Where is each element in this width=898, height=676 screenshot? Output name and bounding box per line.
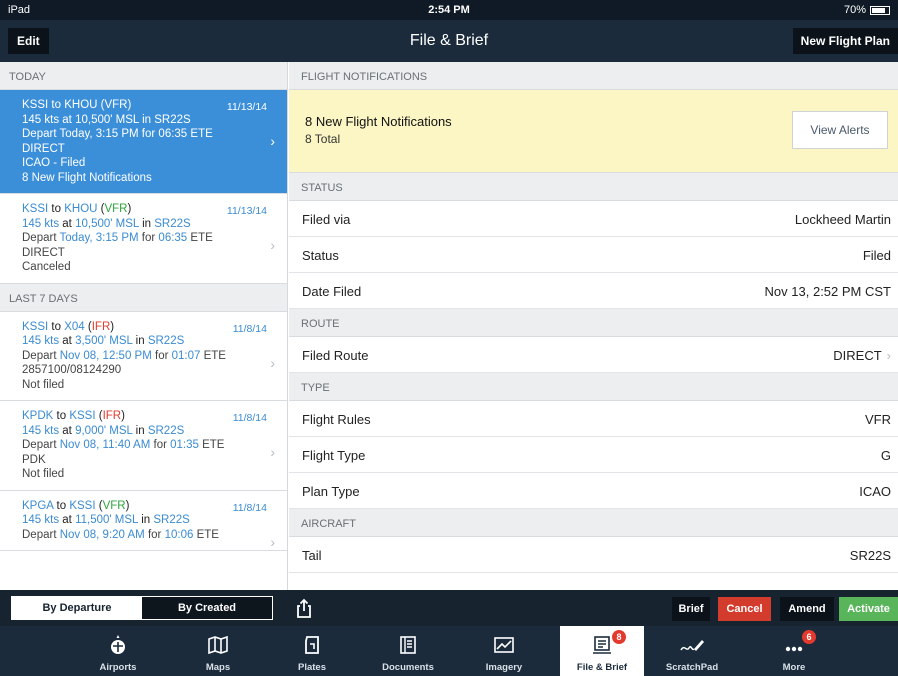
notification-badge: 6	[802, 630, 816, 644]
activate-button[interactable]: Activate	[839, 597, 898, 621]
tab-imagery[interactable]: Imagery	[462, 626, 546, 676]
more-icon	[752, 634, 836, 656]
plan-date: 11/13/14	[226, 101, 267, 113]
sort-by-departure-tab[interactable]: By Departure	[12, 597, 142, 619]
plan-date: 11/8/14	[232, 322, 267, 335]
airport-icon	[76, 634, 160, 656]
plates-icon	[270, 634, 354, 656]
section-header-status: STATUS	[289, 173, 898, 201]
chevron-right-icon: ›	[886, 348, 891, 363]
detail-row-flight-rules[interactable]: Flight Rules VFR	[289, 401, 898, 437]
brief-button[interactable]: Brief	[672, 597, 710, 621]
plan-date: 11/8/14	[232, 501, 267, 514]
tab-maps[interactable]: Maps	[176, 626, 260, 676]
status-bar: iPad 2:54 PM 70%	[0, 0, 898, 20]
share-icon[interactable]	[293, 597, 315, 619]
chevron-right-icon: ›	[270, 533, 275, 550]
flight-plan-item[interactable]: KSSI to KHOU (VFR) 11/13/14 145 kts at 1…	[0, 90, 287, 194]
chevron-right-icon: ›	[270, 444, 275, 460]
section-header-type: TYPE	[289, 373, 898, 401]
flight-plan-item[interactable]: KSSI to KHOU (VFR) 11/13/14 145 kts at 1…	[0, 194, 287, 284]
sort-segmented-control[interactable]: By Departure By Created	[11, 596, 273, 620]
plan-date: 11/8/14	[232, 412, 267, 424]
tab-plates[interactable]: Plates	[270, 626, 354, 676]
file-brief-icon	[560, 634, 644, 656]
section-header-aircraft: AIRCRAFT	[289, 509, 898, 537]
section-header-flight-notifications: FLIGHT NOTIFICATIONS	[289, 62, 898, 90]
detail-row-tail[interactable]: Tail SR22S	[289, 537, 898, 573]
documents-icon	[366, 634, 450, 656]
chevron-right-icon: ›	[270, 133, 275, 149]
flight-plan-list[interactable]: TODAY KSSI to KHOU (VFR) 11/13/14 145 kt…	[0, 62, 288, 590]
clock: 2:54 PM	[428, 4, 470, 16]
tab-documents[interactable]: Documents	[366, 626, 450, 676]
notification-banner: 8 New Flight Notifications 8 Total View …	[289, 90, 898, 173]
chevron-right-icon: ›	[270, 354, 275, 371]
notification-badge: 8	[612, 630, 626, 644]
flight-plan-detail[interactable]: FLIGHT NOTIFICATIONS 8 New Flight Notifi…	[289, 62, 898, 590]
section-header-today: TODAY	[0, 62, 287, 90]
battery-percent: 70%	[843, 4, 866, 16]
tab-scratchpad[interactable]: ScratchPad	[650, 626, 734, 676]
view-alerts-button[interactable]: View Alerts	[792, 111, 888, 149]
chevron-right-icon: ›	[270, 237, 275, 253]
tab-airports[interactable]: Airports	[76, 626, 160, 676]
page-title: File & Brief	[409, 32, 489, 49]
detail-row-status: Status Filed	[289, 237, 898, 273]
detail-row-filed-via: Filed via Lockheed Martin	[289, 201, 898, 237]
detail-row-filed-route[interactable]: Filed Route DIRECT ›	[289, 337, 898, 373]
section-header-route: ROUTE	[289, 309, 898, 337]
sort-by-created-tab[interactable]: By Created	[142, 597, 272, 619]
plan-date: 11/13/14	[226, 205, 267, 217]
battery-icon	[870, 5, 890, 15]
tab-bar: Airports Maps Plates Documents Imagery 8…	[0, 626, 898, 676]
detail-row-flight-type[interactable]: Flight Type G	[289, 437, 898, 473]
section-header-last-7-days: LAST 7 DAYS	[0, 283, 287, 312]
bottom-toolbar: By Departure By Created Brief Cancel Ame…	[0, 590, 898, 626]
flight-plan-item[interactable]: KPGA to KSSI (VFR) 11/8/14 145 kts at 11…	[0, 491, 287, 551]
notification-title: 8 New Flight Notifications	[305, 114, 452, 129]
map-icon	[176, 634, 260, 656]
imagery-icon	[462, 634, 546, 656]
amend-button[interactable]: Amend	[780, 597, 834, 621]
detail-row-date-filed: Date Filed Nov 13, 2:52 PM CST	[289, 273, 898, 309]
new-flight-plan-button[interactable]: New Flight Plan	[792, 28, 898, 54]
notification-total: 8 Total	[305, 132, 341, 146]
scratchpad-icon	[650, 634, 734, 656]
nav-bar: Edit File & Brief New Flight Plan	[0, 20, 898, 62]
tab-more[interactable]: 6 More	[752, 626, 836, 676]
tab-file-brief[interactable]: 8 File & Brief	[560, 626, 644, 676]
flight-plan-item[interactable]: KSSI to X04 (IFR) 11/8/14 145 kts at 3,5…	[0, 312, 287, 401]
cancel-button[interactable]: Cancel	[718, 597, 771, 621]
flight-plan-item[interactable]: KPDK to KSSI (IFR) 11/8/14 145 kts at 9,…	[0, 401, 287, 491]
detail-row-plan-type[interactable]: Plan Type ICAO	[289, 473, 898, 509]
